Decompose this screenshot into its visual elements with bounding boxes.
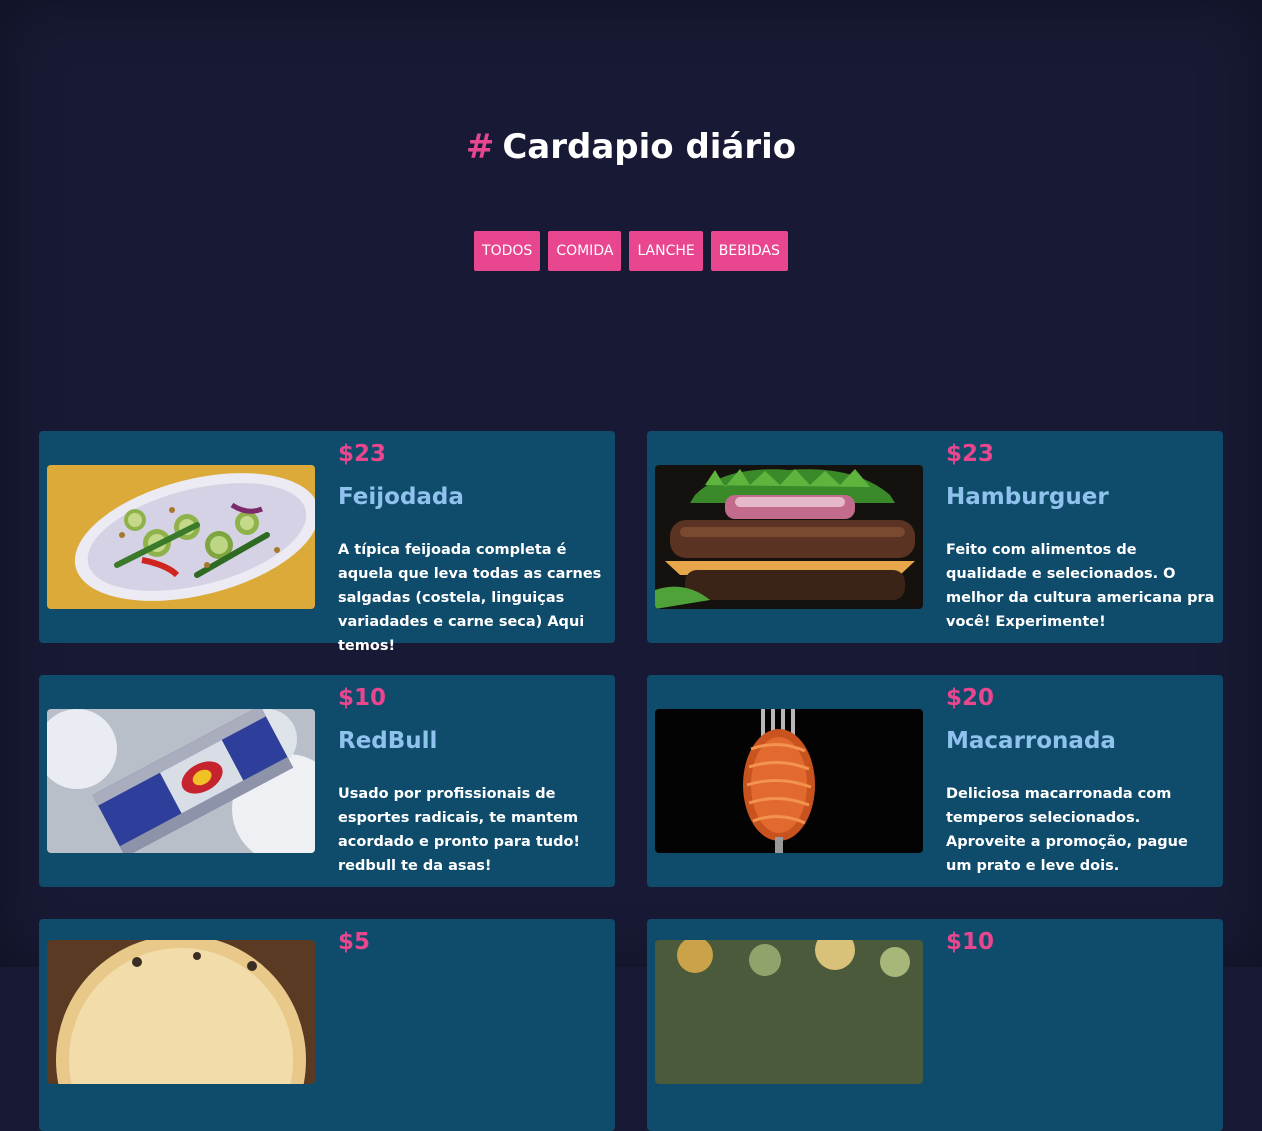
menu-card: $20 Macarronada Deliciosa macarronada co… xyxy=(647,675,1223,887)
salad-photo xyxy=(47,465,315,609)
title-text: Cardapio diário xyxy=(502,127,797,167)
menu-card: $10 xyxy=(647,919,1223,1131)
food-photo xyxy=(655,940,923,1084)
item-price: $23 xyxy=(338,441,387,467)
item-description: A típica feijoada completa é aquela que … xyxy=(338,542,602,654)
energy-drink-photo xyxy=(47,709,315,853)
item-name: Hamburguer xyxy=(946,484,1109,510)
burger-photo xyxy=(655,465,923,609)
item-description: Usado por profissionais de esportes radi… xyxy=(338,786,581,874)
pizza-photo xyxy=(47,940,315,1084)
menu-card: $23 Feijodada A típica feijoada completa… xyxy=(39,431,615,654)
filter-todos-button[interactable]: TODOS xyxy=(474,231,541,271)
item-name: Feijodada xyxy=(338,484,464,510)
filter-lanche-button[interactable]: LANCHE xyxy=(629,231,703,271)
title-hash: # xyxy=(465,127,495,167)
spaghetti-fork-photo xyxy=(655,709,923,853)
filter-bebidas-button[interactable]: BEBIDAS xyxy=(710,231,788,271)
menu-card: $5 xyxy=(39,919,615,1131)
item-name: RedBull xyxy=(338,728,438,754)
menu-card: $10 RedBull Usado por profissionais de e… xyxy=(39,675,615,887)
menu-card: $23 Hamburguer Feito com alimentos de qu… xyxy=(647,431,1223,643)
item-description: Deliciosa macarronada com temperos selec… xyxy=(946,786,1188,874)
filter-comida-button[interactable]: COMIDA xyxy=(548,231,622,271)
item-price: $20 xyxy=(946,685,995,711)
item-description: Feito com alimentos de qualidade e selec… xyxy=(946,542,1215,630)
page-title: # Cardapio diário xyxy=(0,124,1262,170)
item-price: $5 xyxy=(338,929,371,955)
item-name: Macarronada xyxy=(946,728,1116,754)
item-price: $10 xyxy=(946,929,995,955)
item-price: $10 xyxy=(338,685,387,711)
category-filter-bar: TODOS COMIDA LANCHE BEBIDAS xyxy=(0,231,1262,271)
item-price: $23 xyxy=(946,441,995,467)
